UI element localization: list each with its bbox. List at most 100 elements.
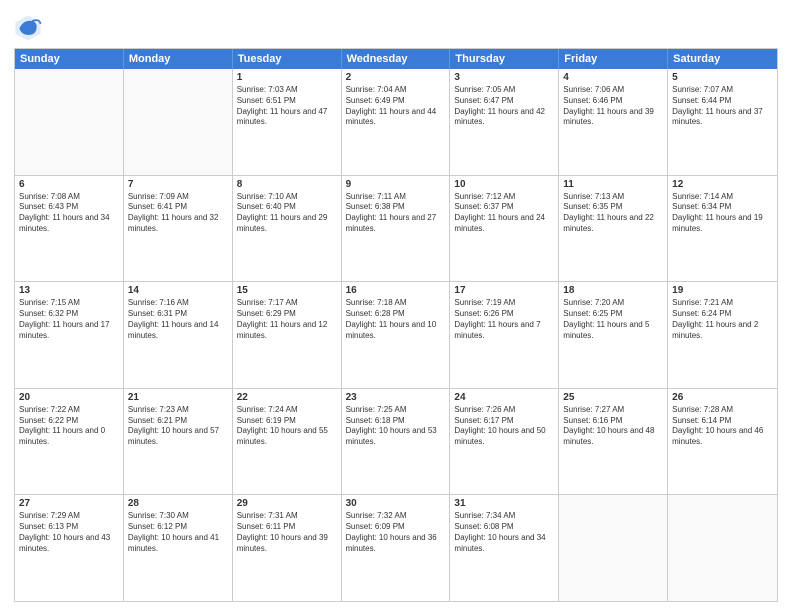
cell-info: Sunrise: 7:14 AM Sunset: 6:34 PM Dayligh… (672, 192, 773, 235)
day-number: 24 (454, 392, 554, 403)
calendar-row: 20 Sunrise: 7:22 AM Sunset: 6:22 PM Dayli… (15, 388, 777, 495)
calendar-cell: 20 Sunrise: 7:22 AM Sunset: 6:22 PM Dayli… (15, 389, 124, 495)
day-number: 10 (454, 179, 554, 190)
calendar-cell: 18Sunrise: 7:20 AM Sunset: 6:25 PM Dayli… (559, 282, 668, 388)
calendar-cell: 6 Sunrise: 7:08 AM Sunset: 6:43 PM Daylig… (15, 176, 124, 282)
day-number: 19 (672, 285, 773, 296)
cell-info: Sunrise: 7:28 AM Sunset: 6:14 PM Dayligh… (672, 405, 773, 448)
calendar-cell-empty (559, 495, 668, 601)
day-number: 8 (237, 179, 337, 190)
calendar-cell: 30Sunrise: 7:32 AM Sunset: 6:09 PM Dayli… (342, 495, 451, 601)
calendar-cell: 28 Sunrise: 7:30 AM Sunset: 6:12 PM Dayli… (124, 495, 233, 601)
cell-info: Sunrise: 7:20 AM Sunset: 6:25 PM Dayligh… (563, 298, 663, 341)
cell-info: Sunrise: 7:15 AM Sunset: 6:32 PM Dayligh… (19, 298, 119, 341)
cell-info: Sunrise: 7:22 AM Sunset: 6:22 PM Dayligh… (19, 405, 119, 448)
day-number: 5 (672, 72, 773, 83)
calendar-cell: 17 Sunrise: 7:19 AM Sunset: 6:26 PM Dayli… (450, 282, 559, 388)
calendar-cell: 10 Sunrise: 7:12 AM Sunset: 6:37 PM Dayli… (450, 176, 559, 282)
calendar-cell: 29Sunrise: 7:31 AM Sunset: 6:11 PM Dayli… (233, 495, 342, 601)
day-number: 23 (346, 392, 446, 403)
day-number: 14 (128, 285, 228, 296)
day-number: 17 (454, 285, 554, 296)
cell-info: Sunrise: 7:09 AM Sunset: 6:41 PM Dayligh… (128, 192, 228, 235)
calendar-cell: 24 Sunrise: 7:26 AM Sunset: 6:17 PM Dayli… (450, 389, 559, 495)
day-number: 21 (128, 392, 228, 403)
calendar-cell: 8 Sunrise: 7:10 AM Sunset: 6:40 PM Daylig… (233, 176, 342, 282)
day-number: 25 (563, 392, 663, 403)
calendar-cell: 5 Sunrise: 7:07 AM Sunset: 6:44 PM Daylig… (668, 69, 777, 175)
day-number: 16 (346, 285, 446, 296)
calendar-header-cell: Wednesday (342, 49, 451, 69)
calendar-cell: 3 Sunrise: 7:05 AM Sunset: 6:47 PM Daylig… (450, 69, 559, 175)
calendar-cell: 1 Sunrise: 7:03 AM Sunset: 6:51 PM Daylig… (233, 69, 342, 175)
cell-info: Sunrise: 7:18 AM Sunset: 6:28 PM Dayligh… (346, 298, 446, 341)
cell-info: Sunrise: 7:13 AM Sunset: 6:35 PM Dayligh… (563, 192, 663, 235)
cell-info: Sunrise: 7:11 AM Sunset: 6:38 PM Dayligh… (346, 192, 446, 235)
day-number: 28 (128, 498, 228, 509)
cell-info: Sunrise: 7:03 AM Sunset: 6:51 PM Dayligh… (237, 85, 337, 128)
calendar-cell: 2Sunrise: 7:04 AM Sunset: 6:49 PM Daylig… (342, 69, 451, 175)
calendar-row: 27 Sunrise: 7:29 AM Sunset: 6:13 PM Dayli… (15, 494, 777, 601)
calendar-cell: 25 Sunrise: 7:27 AM Sunset: 6:16 PM Dayli… (559, 389, 668, 495)
cell-info: Sunrise: 7:07 AM Sunset: 6:44 PM Dayligh… (672, 85, 773, 128)
calendar-header-cell: Sunday (15, 49, 124, 69)
day-number: 26 (672, 392, 773, 403)
cell-info: Sunrise: 7:30 AM Sunset: 6:12 PM Dayligh… (128, 511, 228, 554)
day-number: 20 (19, 392, 119, 403)
cell-info: Sunrise: 7:10 AM Sunset: 6:40 PM Dayligh… (237, 192, 337, 235)
calendar-cell: 27 Sunrise: 7:29 AM Sunset: 6:13 PM Dayli… (15, 495, 124, 601)
calendar-cell-empty (668, 495, 777, 601)
calendar-cell: 13 Sunrise: 7:15 AM Sunset: 6:32 PM Dayli… (15, 282, 124, 388)
cell-info: Sunrise: 7:29 AM Sunset: 6:13 PM Dayligh… (19, 511, 119, 554)
calendar-cell: 14 Sunrise: 7:16 AM Sunset: 6:31 PM Dayli… (124, 282, 233, 388)
calendar-row: 13 Sunrise: 7:15 AM Sunset: 6:32 PM Dayli… (15, 281, 777, 388)
day-number: 3 (454, 72, 554, 83)
calendar-body: 1 Sunrise: 7:03 AM Sunset: 6:51 PM Daylig… (15, 69, 777, 601)
calendar-row: 6 Sunrise: 7:08 AM Sunset: 6:43 PM Daylig… (15, 175, 777, 282)
cell-info: Sunrise: 7:16 AM Sunset: 6:31 PM Dayligh… (128, 298, 228, 341)
day-number: 1 (237, 72, 337, 83)
cell-info: Sunrise: 7:08 AM Sunset: 6:43 PM Dayligh… (19, 192, 119, 235)
calendar-cell: 16 Sunrise: 7:18 AM Sunset: 6:28 PM Dayli… (342, 282, 451, 388)
calendar-header-cell: Friday (559, 49, 668, 69)
calendar-row: 1 Sunrise: 7:03 AM Sunset: 6:51 PM Daylig… (15, 69, 777, 175)
cell-info: Sunrise: 7:17 AM Sunset: 6:29 PM Dayligh… (237, 298, 337, 341)
calendar: SundayMondayTuesdayWednesdayThursdayFrid… (14, 48, 778, 602)
calendar-cell-empty (15, 69, 124, 175)
day-number: 4 (563, 72, 663, 83)
day-number: 6 (19, 179, 119, 190)
cell-info: Sunrise: 7:12 AM Sunset: 6:37 PM Dayligh… (454, 192, 554, 235)
calendar-cell: 23 Sunrise: 7:25 AM Sunset: 6:18 PM Dayli… (342, 389, 451, 495)
cell-info: Sunrise: 7:32 AM Sunset: 6:09 PM Dayligh… (346, 511, 446, 554)
calendar-cell: 22 Sunrise: 7:24 AM Sunset: 6:19 PM Dayli… (233, 389, 342, 495)
calendar-header: SundayMondayTuesdayWednesdayThursdayFrid… (15, 49, 777, 69)
calendar-cell: 19 Sunrise: 7:21 AM Sunset: 6:24 PM Dayli… (668, 282, 777, 388)
calendar-cell-empty (124, 69, 233, 175)
calendar-cell: 21Sunrise: 7:23 AM Sunset: 6:21 PM Dayli… (124, 389, 233, 495)
cell-info: Sunrise: 7:05 AM Sunset: 6:47 PM Dayligh… (454, 85, 554, 128)
cell-info: Sunrise: 7:34 AM Sunset: 6:08 PM Dayligh… (454, 511, 554, 554)
page: SundayMondayTuesdayWednesdayThursdayFrid… (0, 0, 792, 612)
cell-info: Sunrise: 7:27 AM Sunset: 6:16 PM Dayligh… (563, 405, 663, 448)
cell-info: Sunrise: 7:26 AM Sunset: 6:17 PM Dayligh… (454, 405, 554, 448)
logo (14, 14, 44, 42)
day-number: 29 (237, 498, 337, 509)
calendar-cell: 26 Sunrise: 7:28 AM Sunset: 6:14 PM Dayli… (668, 389, 777, 495)
cell-info: Sunrise: 7:19 AM Sunset: 6:26 PM Dayligh… (454, 298, 554, 341)
cell-info: Sunrise: 7:25 AM Sunset: 6:18 PM Dayligh… (346, 405, 446, 448)
calendar-header-cell: Saturday (668, 49, 777, 69)
cell-info: Sunrise: 7:21 AM Sunset: 6:24 PM Dayligh… (672, 298, 773, 341)
calendar-cell: 12Sunrise: 7:14 AM Sunset: 6:34 PM Dayli… (668, 176, 777, 282)
day-number: 13 (19, 285, 119, 296)
day-number: 22 (237, 392, 337, 403)
calendar-cell: 7Sunrise: 7:09 AM Sunset: 6:41 PM Daylig… (124, 176, 233, 282)
calendar-cell: 11Sunrise: 7:13 AM Sunset: 6:35 PM Dayli… (559, 176, 668, 282)
calendar-cell: 15 Sunrise: 7:17 AM Sunset: 6:29 PM Dayli… (233, 282, 342, 388)
cell-info: Sunrise: 7:04 AM Sunset: 6:49 PM Dayligh… (346, 85, 446, 128)
day-number: 31 (454, 498, 554, 509)
calendar-cell: 9Sunrise: 7:11 AM Sunset: 6:38 PM Daylig… (342, 176, 451, 282)
calendar-cell: 31 Sunrise: 7:34 AM Sunset: 6:08 PM Dayli… (450, 495, 559, 601)
day-number: 27 (19, 498, 119, 509)
day-number: 15 (237, 285, 337, 296)
cell-info: Sunrise: 7:24 AM Sunset: 6:19 PM Dayligh… (237, 405, 337, 448)
